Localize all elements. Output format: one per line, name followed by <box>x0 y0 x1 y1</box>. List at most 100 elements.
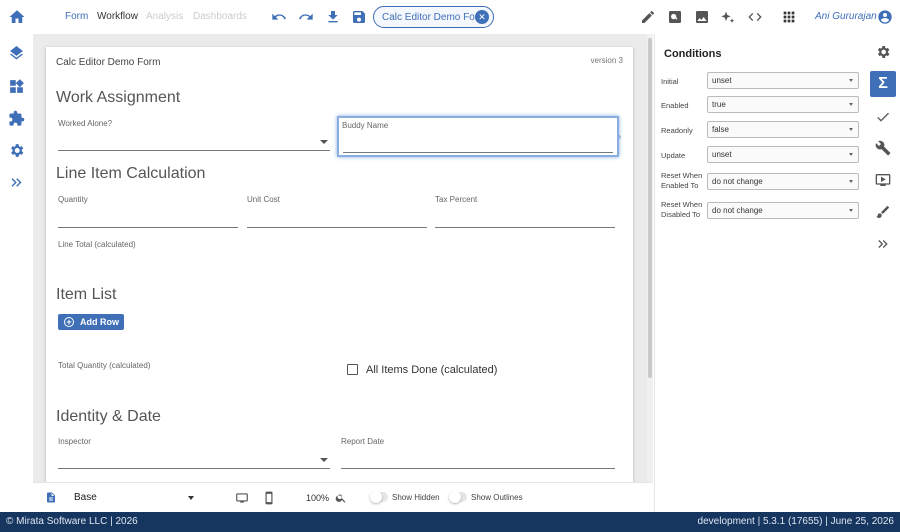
show-hidden-toggle[interactable] <box>370 491 388 503</box>
toggle-knob <box>370 491 382 503</box>
zoom-icon[interactable] <box>335 492 347 504</box>
section-identity-date[interactable]: Identity & Date <box>56 408 161 426</box>
chevron-down-icon[interactable] <box>188 496 194 500</box>
save-icon[interactable] <box>351 9 367 25</box>
show-outlines-label: Show Outlines <box>471 493 523 502</box>
prop-label-readonly: Readonly <box>661 126 693 135</box>
brush-icon[interactable] <box>875 204 891 220</box>
tab-analysis[interactable]: Analysis <box>146 11 183 22</box>
redo-icon[interactable] <box>298 9 314 25</box>
widgets-icon[interactable] <box>8 78 25 95</box>
document-icon <box>47 492 55 503</box>
chevron-down-icon[interactable] <box>320 458 328 462</box>
update-select[interactable]: unset <box>707 146 859 163</box>
gear-icon[interactable] <box>875 44 891 60</box>
apps-grid-icon[interactable] <box>781 9 797 25</box>
desktop-view-icon[interactable] <box>235 491 249 505</box>
form-chip-label: Calc Editor Demo Form <box>382 11 487 23</box>
section-line-item-calc[interactable]: Line Item Calculation <box>56 165 205 183</box>
tax-percent-label: Tax Percent <box>435 195 478 204</box>
account-icon[interactable] <box>877 9 893 25</box>
chevron-down-icon[interactable] <box>320 140 328 144</box>
undo-icon[interactable] <box>271 9 287 25</box>
section-item-list[interactable]: Item List <box>56 286 116 304</box>
add-circle-icon: + <box>64 317 74 327</box>
tab-form[interactable]: Form <box>65 11 88 22</box>
image-icon[interactable] <box>694 9 710 25</box>
reset-enabled-value: do not change <box>712 177 763 186</box>
report-date-input[interactable] <box>341 468 615 469</box>
enabled-select[interactable]: true <box>707 96 859 113</box>
download-icon[interactable] <box>325 9 341 25</box>
all-items-done-label: All Items Done (calculated) <box>366 364 498 376</box>
readonly-select[interactable]: false <box>707 121 859 138</box>
sparkle-icon[interactable] <box>720 9 736 25</box>
close-icon[interactable]: ✕ <box>475 10 489 24</box>
initial-select[interactable]: unset <box>707 72 859 89</box>
zoom-level: 100% <box>306 493 330 503</box>
pencil-icon[interactable] <box>640 9 656 25</box>
report-date-label: Report Date <box>341 437 385 446</box>
section-work-assignment[interactable]: Work Assignment <box>56 89 180 107</box>
check-icon[interactable] <box>875 109 891 125</box>
inspector-dropdown[interactable] <box>58 468 330 469</box>
inspector-label: Inspector <box>58 437 91 446</box>
buddy-name-field-selected[interactable]: Buddy Name › <box>337 116 621 157</box>
form-canvas: Calc Editor Demo Form version 3 Work Ass… <box>33 34 647 482</box>
mobile-view-icon[interactable] <box>262 491 276 505</box>
enabled-value: true <box>712 100 726 109</box>
home-icon[interactable] <box>8 8 26 26</box>
total-quantity-label: Total Quantity (calculated) <box>58 361 151 370</box>
play-icon[interactable] <box>875 172 891 188</box>
worked-alone-label: Worked Alone? <box>58 119 113 128</box>
all-items-done-checkbox[interactable] <box>347 364 358 375</box>
top-bar: Form Workflow Analysis Dashboards Calc E… <box>0 0 900 34</box>
prop-label-update: Update <box>661 151 686 160</box>
quantity-label: Quantity <box>58 195 88 204</box>
expand-icon[interactable] <box>8 174 25 191</box>
conditions-panel: Conditions Initial unset Enabled true Re… <box>654 34 865 512</box>
footer: © Mirata Software LLC | 2026 development… <box>0 512 900 532</box>
resize-handle-icon[interactable]: › <box>618 132 621 141</box>
line-total-label: Line Total (calculated) <box>58 240 136 249</box>
form-title: Calc Editor Demo Form <box>56 57 161 68</box>
expand-icon[interactable] <box>875 236 891 252</box>
buddy-name-input[interactable] <box>343 152 613 153</box>
sigma-icon[interactable]: Σ <box>870 71 896 97</box>
initial-value: unset <box>712 76 732 85</box>
prop-label-reset-enabled: Reset When Enabled To <box>661 171 703 190</box>
unit-cost-label: Unit Cost <box>247 195 280 204</box>
version-info: development | 5.3.1 (17655) | June 25, 2… <box>697 516 894 527</box>
unit-cost-input[interactable] <box>247 227 427 228</box>
layers-icon[interactable] <box>8 46 25 63</box>
tab-dashboards[interactable]: Dashboards <box>193 11 247 22</box>
canvas-scrollbar[interactable] <box>647 34 653 482</box>
add-row-button[interactable]: + Add Row <box>58 314 124 330</box>
worked-alone-dropdown[interactable] <box>58 150 330 151</box>
toggle-knob <box>449 491 461 503</box>
user-name[interactable]: Ani Gururajan <box>815 11 877 22</box>
scrollbar-thumb[interactable] <box>648 38 652 378</box>
left-rail <box>0 34 33 482</box>
copyright: © Mirata Software LLC | 2026 <box>6 516 138 527</box>
reset-disabled-value: do not change <box>712 206 763 215</box>
layout-select[interactable]: Base <box>74 492 97 503</box>
prop-label-initial: Initial <box>661 77 679 86</box>
buddy-name-label: Buddy Name <box>342 121 389 130</box>
reset-enabled-select[interactable]: do not change <box>707 173 859 190</box>
tax-percent-input[interactable] <box>435 227 615 228</box>
code-icon[interactable] <box>747 9 763 25</box>
panel-title: Conditions <box>664 48 722 60</box>
preview-icon[interactable] <box>667 9 683 25</box>
quantity-input[interactable] <box>58 227 238 228</box>
chevron-down-icon <box>849 209 853 212</box>
wrench-icon[interactable] <box>875 140 891 156</box>
readonly-value: false <box>712 125 729 134</box>
puzzle-icon[interactable] <box>8 110 25 127</box>
chevron-down-icon <box>849 153 853 156</box>
reset-disabled-select[interactable]: do not change <box>707 202 859 219</box>
tab-workflow[interactable]: Workflow <box>97 11 138 22</box>
settings-icon[interactable] <box>8 142 25 159</box>
show-outlines-toggle[interactable] <box>449 491 467 503</box>
form-selector-chip[interactable]: Calc Editor Demo Form ✕ <box>373 6 494 28</box>
